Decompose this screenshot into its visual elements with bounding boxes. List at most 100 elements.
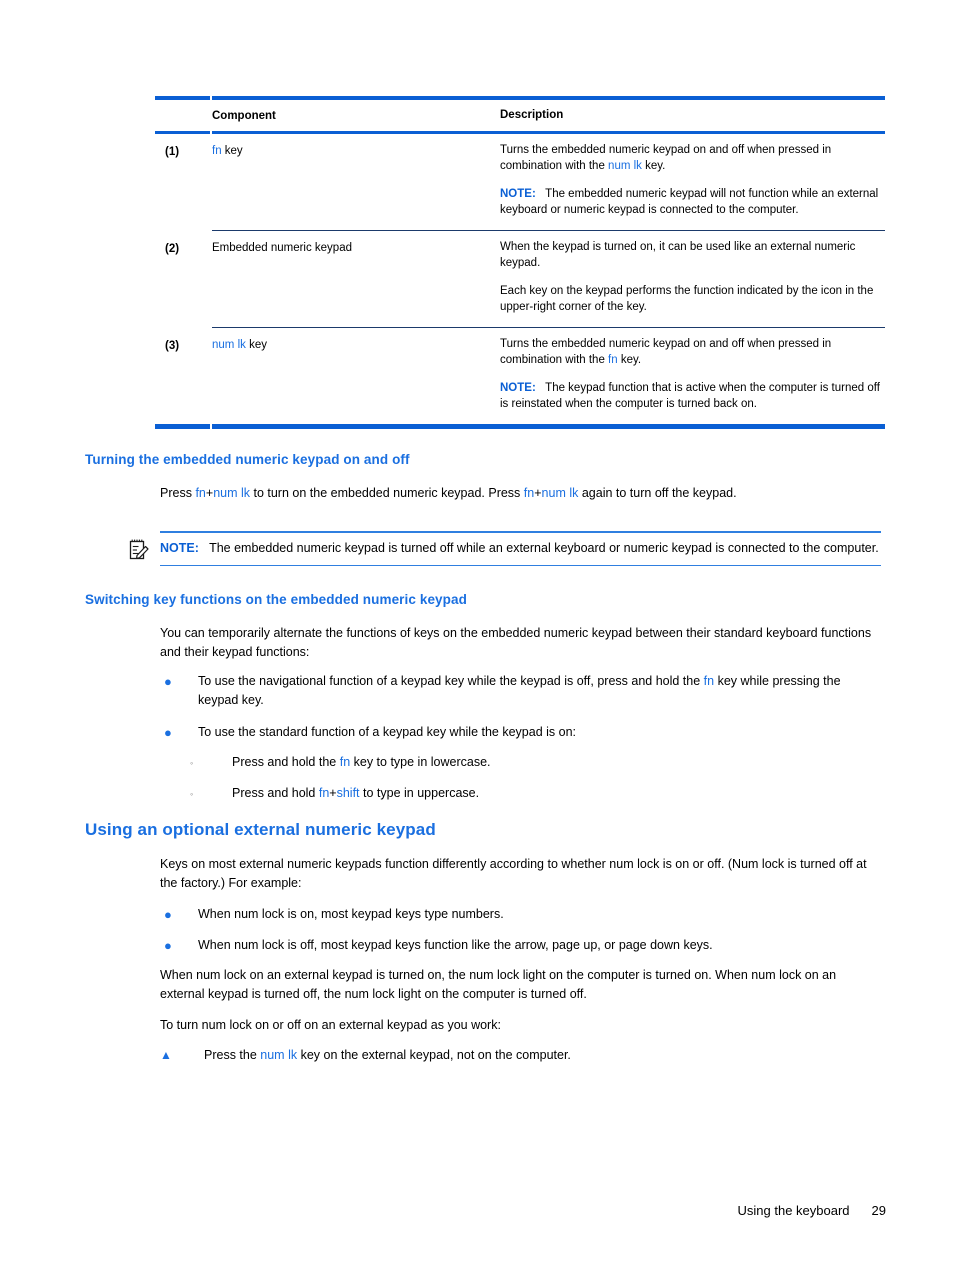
list-item: ● To use the navigational function of a … [160, 672, 872, 710]
row-component: num lk key [212, 337, 500, 412]
procedure-step-text: Press the num lk key on the external key… [204, 1046, 872, 1065]
row-component-post: key [245, 339, 267, 351]
page-footer: Using the keyboard 29 [738, 1203, 886, 1218]
sub-list-item-text: Press and hold the fn key to type in low… [232, 753, 870, 774]
paragraph-turning-keypad: Press fn+num lk to turn on the embedded … [160, 484, 860, 503]
sub-bullet-icon: ◦ [190, 758, 194, 768]
row-index: (2) [165, 243, 180, 255]
list-item-text: When num lock is off, most keypad keys f… [198, 938, 713, 952]
keyword-numlk: num lk [541, 486, 579, 500]
paragraph-turn-numlock: To turn num lock on or off on an externa… [160, 1018, 501, 1032]
text-segment: Press and hold the [232, 755, 340, 769]
text-plus: + [329, 786, 337, 800]
row-component-post: key [221, 145, 243, 157]
text-segment: Press [160, 486, 196, 500]
text-segment: to type in uppercase. [359, 786, 480, 800]
row-component: Embedded numeric keypad [212, 240, 500, 315]
heading-turning-keypad: Turning the embedded numeric keypad on a… [85, 452, 410, 467]
footer-page-number: 29 [871, 1203, 886, 1218]
table-header-rule [155, 131, 885, 134]
text-segment: To use the standard function of a keypad… [198, 725, 577, 739]
keyword-fn: fn [703, 674, 715, 688]
row-index: (3) [165, 340, 180, 352]
desc-text-pre: Each key on the keypad performs the func… [500, 285, 874, 313]
row-component-keyword: fn [212, 145, 222, 157]
note-text: The embedded numeric keypad will not fun… [500, 188, 879, 216]
paragraph-switching-intro: You can temporarily alternate the functi… [160, 626, 872, 659]
table-row: (3) num lk key Turns the embedded numeri… [155, 328, 885, 424]
table-row: (1) fn key Turns the embedded numeric ke… [155, 134, 885, 230]
sub-bullet-icon: ◦ [190, 789, 194, 799]
list-item: ● When num lock is on, most keypad keys … [160, 905, 872, 924]
desc-keyword: num lk [608, 159, 642, 172]
desc-text-pre: When the keypad is turned on, it can be … [500, 241, 856, 269]
row-description-paragraph: Each key on the keypad performs the func… [500, 284, 885, 315]
note-label: NOTE: [160, 540, 199, 555]
footer-title: Using the keyboard [737, 1203, 850, 1218]
text-segment: key to type in lowercase. [350, 755, 491, 769]
row-description-paragraph: When the keypad is turned on, it can be … [500, 240, 885, 271]
keyword-numlk: num lk [213, 486, 251, 500]
note-text: The keypad function that is active when … [500, 382, 880, 410]
list-item-text: When num lock is on, most keypad keys ty… [198, 907, 504, 921]
note-body: NOTE: The embedded numeric keypad is tur… [129, 533, 881, 565]
desc-text-post: key. [641, 159, 666, 172]
text-segment: again to turn off the keypad. [578, 486, 737, 500]
keyword-numlk: num lk [260, 1048, 298, 1062]
note-text: The embedded numeric keypad is turned of… [209, 540, 879, 555]
keyword-fn: fn [195, 486, 206, 500]
row-component-keyword: num lk [212, 339, 246, 351]
table-header-index [155, 108, 212, 124]
paragraph-numlock-light: When num lock on an external keypad is t… [160, 968, 837, 1001]
bullet-icon: ● [164, 907, 172, 922]
text-plus: + [534, 486, 542, 500]
row-note: NOTE: The embedded numeric keypad will n… [500, 187, 885, 218]
component-description-table: Component Description (1) fn key Turns t… [155, 96, 885, 429]
list-item: ● When num lock is off, most keypad keys… [160, 936, 872, 955]
row-component: fn key [212, 143, 500, 218]
desc-text-pre: Turns the embedded numeric keypad on and… [500, 144, 832, 172]
heading-switching-key-functions: Switching key functions on the embedded … [85, 592, 467, 607]
sub-list-item-text: Press and hold fn+shift to type in upper… [232, 784, 870, 805]
note-bottom-rule [160, 564, 881, 566]
row-description-paragraph: Turns the embedded numeric keypad on and… [500, 337, 885, 368]
text-segment: Press the [204, 1048, 261, 1062]
row-note: NOTE: The keypad function that is active… [500, 381, 885, 412]
row-description: When the keypad is turned on, it can be … [500, 240, 885, 315]
desc-keyword: fn [608, 353, 618, 366]
text-segment: key on the external keypad, not on the c… [297, 1048, 571, 1062]
table-row: (2) Embedded numeric keypad When the key… [155, 231, 885, 327]
list-item-text: To use the navigational function of a ke… [198, 672, 872, 710]
sub-list-item: ◦ Press and hold fn+shift to type in upp… [190, 784, 870, 805]
keyword-fn: fn [339, 755, 351, 769]
table-header-description: Description [500, 109, 564, 121]
bullet-icon: ● [164, 674, 172, 689]
row-description-paragraph: Turns the embedded numeric keypad on and… [500, 143, 885, 174]
heading-using-external-keypad: Using an optional external numeric keypa… [85, 820, 436, 839]
keyword-fn: fn [523, 486, 535, 500]
note-label: NOTE: [500, 382, 536, 394]
note-pencil-icon [128, 538, 150, 562]
paragraph-external-intro: Keys on most external numeric keypads fu… [160, 857, 867, 890]
table-top-rule [155, 96, 885, 100]
sub-list-item: ◦ Press and hold the fn key to type in l… [190, 753, 870, 774]
table-header-row: Component Description [155, 100, 885, 131]
triangle-bullet-icon: ▲ [160, 1048, 172, 1062]
table-header-component: Component [212, 110, 276, 122]
list-item-text: To use the standard function of a keypad… [198, 723, 872, 742]
row-index: (1) [165, 146, 180, 158]
document-page: Component Description (1) fn key Turns t… [0, 0, 954, 1270]
note-label: NOTE: [500, 188, 536, 200]
bullet-icon: ● [164, 938, 172, 953]
row-description: Turns the embedded numeric keypad on and… [500, 143, 885, 218]
table-bottom-rule [155, 424, 885, 429]
text-segment: to turn on the embedded numeric keypad. … [250, 486, 524, 500]
note-callout-box: NOTE: The embedded numeric keypad is tur… [129, 531, 881, 566]
row-description: Turns the embedded numeric keypad on and… [500, 337, 885, 412]
row-component-pre: Embedded numeric keypad [212, 242, 352, 254]
keyword-fn: fn [318, 786, 330, 800]
procedure-step: ▲ Press the num lk key on the external k… [160, 1046, 872, 1065]
list-item: ● To use the standard function of a keyp… [160, 723, 872, 742]
bullet-icon: ● [164, 725, 172, 740]
text-segment: To use the navigational function of a ke… [198, 674, 704, 688]
